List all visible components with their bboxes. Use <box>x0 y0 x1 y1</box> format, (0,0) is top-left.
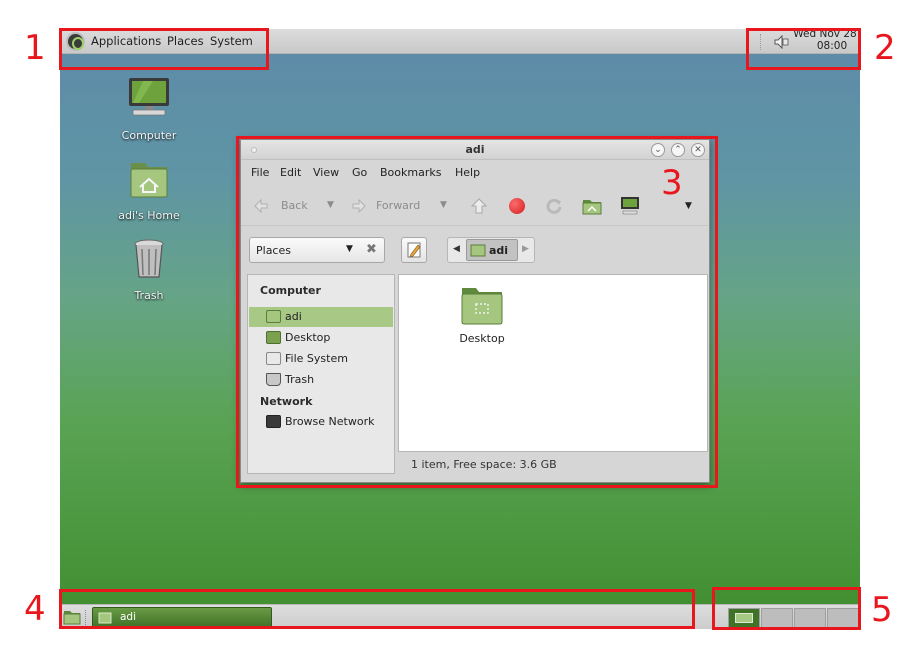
annotation-number-5: 5 <box>871 590 893 630</box>
annotation-box-3 <box>236 136 718 488</box>
computer-icon <box>129 78 169 116</box>
stage: Applications Places System Wed Nov 28 08… <box>0 0 912 664</box>
annotation-box-2 <box>746 28 861 70</box>
home-folder-icon <box>130 163 168 198</box>
desktop-icon-label: Computer <box>121 129 177 142</box>
annotation-box-5 <box>712 587 861 630</box>
annotation-number-1: 1 <box>24 28 46 68</box>
annotation-number-2: 2 <box>874 28 896 68</box>
annotation-number-3: 3 <box>661 163 683 203</box>
desktop-icon-label: Trash <box>134 289 164 302</box>
desktop-icon-label: adi's Home <box>118 209 180 222</box>
desktop-icon-computer[interactable]: Computer <box>104 77 194 142</box>
desktop-icon-home[interactable]: adi's Home <box>104 157 194 222</box>
trash-icon <box>134 239 164 278</box>
annotation-box-4 <box>59 589 695 629</box>
annotation-box-1 <box>59 28 269 70</box>
annotation-number-4: 4 <box>24 589 46 629</box>
desktop-icon-trash[interactable]: Trash <box>104 237 194 302</box>
